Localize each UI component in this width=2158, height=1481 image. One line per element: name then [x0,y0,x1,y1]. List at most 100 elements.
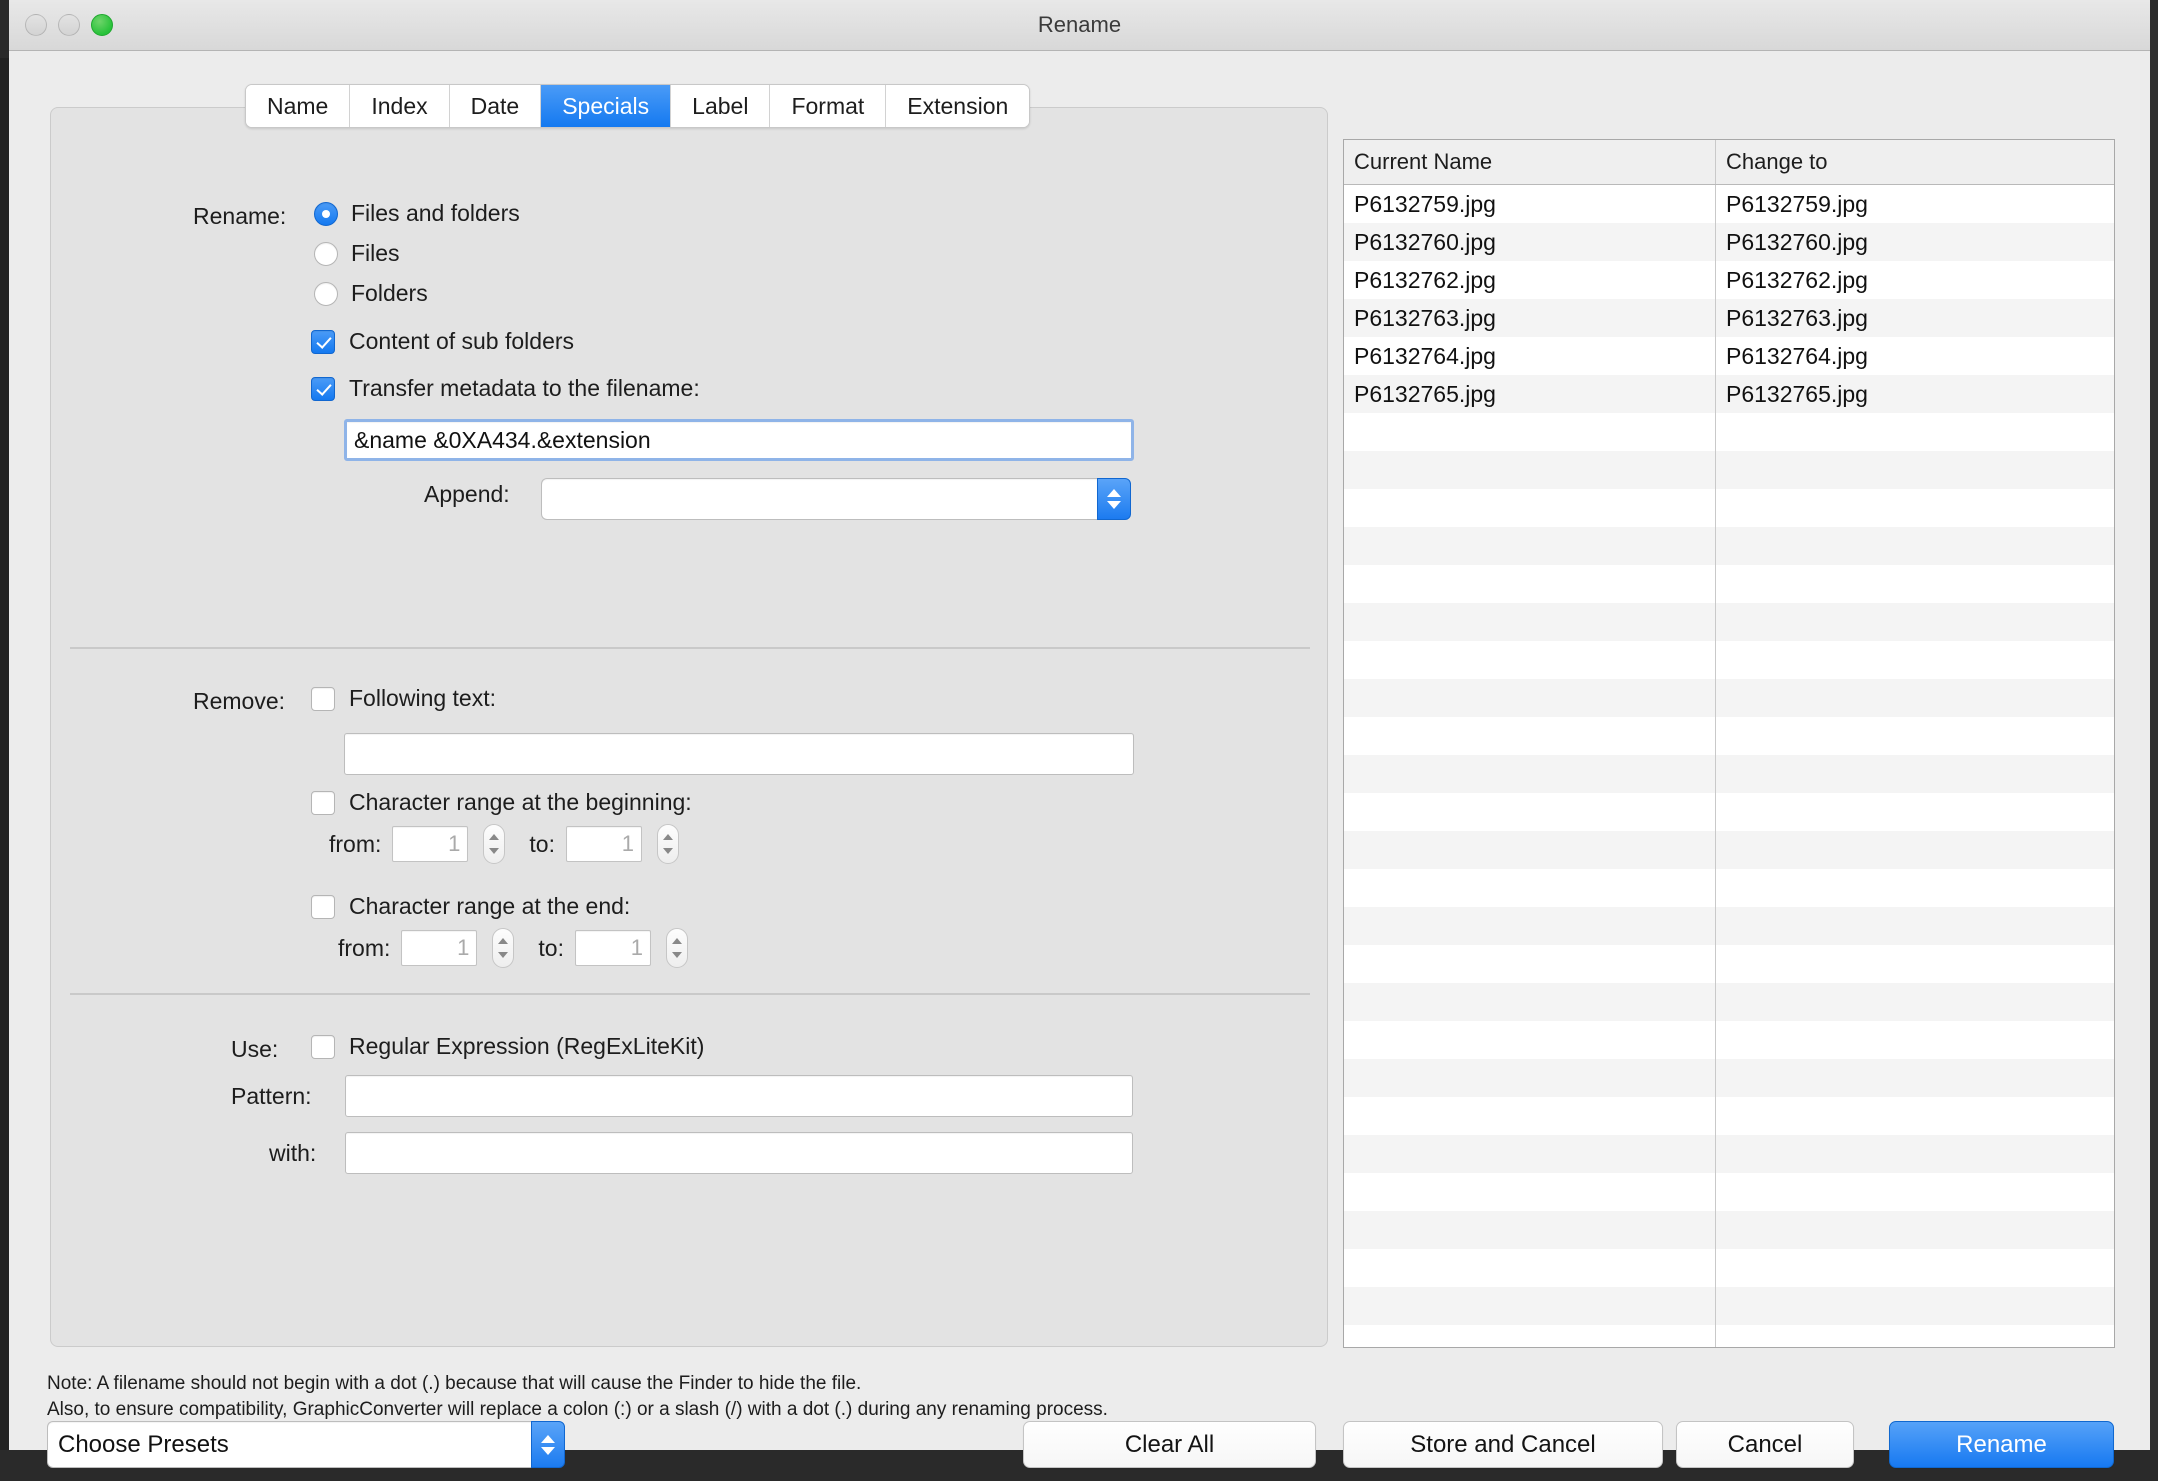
range-beginning-to-stepper-icon[interactable] [656,824,679,864]
choose-presets-chevron-icon[interactable] [531,1421,565,1468]
table-row[interactable] [1344,1287,2114,1325]
append-combobox[interactable] [541,478,1131,520]
range-beginning-to-input[interactable]: 1 [565,826,642,862]
store-and-cancel-button[interactable]: Store and Cancel [1343,1421,1663,1468]
table-row[interactable] [1344,565,2114,603]
column-header-current-name[interactable]: Current Name [1344,140,1716,184]
table-row[interactable] [1344,907,2114,945]
table-row[interactable] [1344,1021,2114,1059]
checkbox-checked-icon[interactable] [311,376,335,401]
table-row[interactable] [1344,603,2114,641]
table-row[interactable] [1344,755,2114,793]
cell-current-name [1344,1287,1716,1325]
following-text-input[interactable] [344,733,1134,775]
range-end-from-input[interactable]: 1 [401,930,478,966]
rename-label: Rename: [193,203,287,229]
tab-format[interactable]: Format [770,85,887,127]
tab-extension[interactable]: Extension [886,85,1030,127]
table-row[interactable] [1344,1211,2114,1249]
checkbox-unchecked-icon[interactable] [311,686,335,711]
cell-change-to: P6132764.jpg [1726,342,1868,369]
range-beginning-steppers: from: 1 to: 1 [329,824,679,864]
table-row[interactable] [1344,679,2114,717]
tab-specials[interactable]: Specials [541,85,672,127]
pattern-input[interactable] [345,1075,1133,1117]
radio-on-icon[interactable] [314,201,338,226]
tab-label[interactable]: Label [671,85,771,127]
checkbox-unchecked-icon[interactable] [311,894,335,919]
checkbox-regular-expression[interactable]: Regular Expression (RegExLiteKit) [311,1033,704,1060]
checkbox-content-of-sub-folders[interactable]: Content of sub folders [311,328,574,355]
section-divider [70,993,1310,995]
checkbox-checked-icon[interactable] [311,329,335,354]
table-row[interactable] [1344,717,2114,755]
tab-name[interactable]: Name [246,85,351,127]
specials-panel: Rename: Files and folders Files Folders … [50,107,1328,1347]
rename-label-row: Rename: [193,203,286,230]
range-end-to-input[interactable]: 1 [574,930,651,966]
checkbox-unchecked-icon[interactable] [311,1034,335,1059]
tab-date[interactable]: Date [449,85,542,127]
table-row[interactable] [1344,451,2114,489]
checkbox-transfer-metadata[interactable]: Transfer metadata to the filename: [311,375,700,402]
table-row[interactable] [1344,1059,2114,1097]
table-row[interactable] [1344,793,2114,831]
table-row[interactable] [1344,413,2114,451]
rename-button[interactable]: Rename [1889,1421,2114,1468]
cell-change-to [1716,565,2114,603]
table-row[interactable] [1344,1097,2114,1135]
range-beginning-from-stepper-icon[interactable] [483,824,506,864]
table-row[interactable] [1344,489,2114,527]
table-row[interactable] [1344,983,2114,1021]
table-row[interactable]: P6132760.jpg P6132760.jpg [1344,223,2114,261]
clear-all-button[interactable]: Clear All [1023,1421,1316,1468]
table-row[interactable] [1344,1135,2114,1173]
radio-folders[interactable]: Folders [314,280,428,307]
table-header-row: Current Name Change to [1344,140,2114,185]
table-row[interactable]: P6132765.jpg P6132765.jpg [1344,375,2114,413]
append-stepper-chevron-icon[interactable] [1097,478,1131,520]
table-row[interactable] [1344,945,2114,983]
table-row[interactable] [1344,527,2114,565]
table-row[interactable] [1344,1173,2114,1211]
range-end-to-stepper-icon[interactable] [665,928,688,968]
cell-change-to [1716,755,2114,793]
checkbox-unchecked-icon[interactable] [311,790,335,815]
append-input[interactable] [541,478,1097,520]
desktop-left-edge-artifact [0,58,9,1450]
metadata-pattern-input[interactable]: &name &0XA434.&extension [344,419,1134,461]
choose-presets-combobox[interactable]: Choose Presets [47,1421,565,1468]
with-input[interactable] [345,1132,1133,1174]
tab-index[interactable]: Index [350,85,450,127]
table-row[interactable] [1344,1249,2114,1287]
cell-current-name [1344,1249,1716,1287]
cell-change-to [1716,1249,2114,1287]
range-end-from-stepper-icon[interactable] [492,928,515,968]
table-row[interactable] [1344,641,2114,679]
table-row[interactable] [1344,1325,2114,1347]
cell-current-name [1344,793,1716,831]
cell-current-name [1344,413,1716,451]
radio-off-icon[interactable] [314,281,338,306]
radio-files-and-folders[interactable]: Files and folders [314,200,520,227]
cancel-button[interactable]: Cancel [1676,1421,1854,1468]
cell-current-name [1344,907,1716,945]
table-row[interactable]: P6132759.jpg P6132759.jpg [1344,185,2114,223]
choose-presets-value[interactable]: Choose Presets [47,1421,531,1468]
dialog-content: Name Index Date Specials Label Format Ex… [9,51,2150,1468]
checkbox-range-end[interactable]: Character range at the end: [311,893,630,920]
column-header-change-to[interactable]: Change to [1716,140,2114,184]
table-row[interactable] [1344,831,2114,869]
rename-preview-table[interactable]: Current Name Change to P6132759.jpg P6132… [1343,139,2115,1348]
radio-files[interactable]: Files [314,240,400,267]
table-row[interactable]: P6132762.jpg P6132762.jpg [1344,261,2114,299]
checkbox-following-text[interactable]: Following text: [311,685,496,712]
window-titlebar: Rename [9,0,2150,51]
table-row[interactable] [1344,869,2114,907]
table-row[interactable]: P6132763.jpg P6132763.jpg [1344,299,2114,337]
cell-change-to: P6132762.jpg [1726,266,1868,293]
checkbox-range-beginning[interactable]: Character range at the beginning: [311,789,692,816]
range-beginning-from-input[interactable]: 1 [392,826,469,862]
table-row[interactable]: P6132764.jpg P6132764.jpg [1344,337,2114,375]
radio-off-icon[interactable] [314,241,338,266]
